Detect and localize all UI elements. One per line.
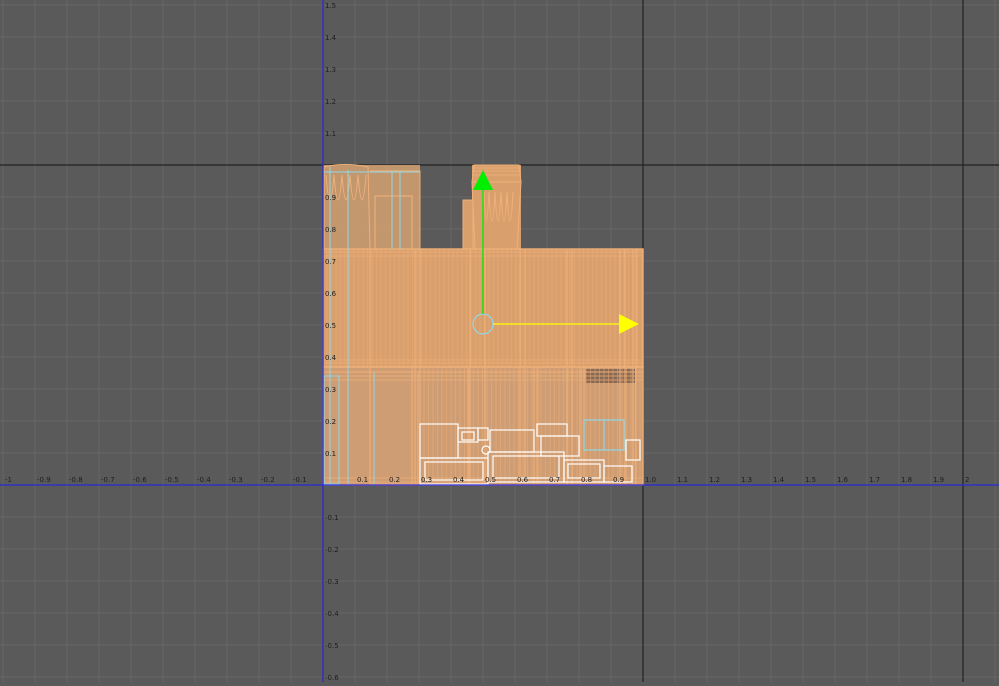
x-axis-label: 0.6: [517, 476, 529, 484]
x-axis-label: -0.3: [229, 476, 243, 484]
y-axis-label: 1.5: [325, 2, 336, 10]
x-axis-label: 0.8: [581, 476, 592, 484]
x-axis-label: -1: [5, 476, 12, 484]
y-axis-label: 0.8: [325, 226, 336, 234]
x-axis-label: 1.4: [773, 476, 785, 484]
mesh-top-left-tower: [323, 165, 420, 249]
y-axis-label: 0.4: [325, 354, 337, 362]
x-axis-label: 0.4: [453, 476, 465, 484]
x-axis-label: 1.5: [805, 476, 816, 484]
y-axis-label: 0.5: [325, 322, 336, 330]
y-axis-label: -0.3: [325, 578, 339, 586]
viewport-canvas[interactable]: -1 -0.9 -0.8 -0.7 -0.6 -0.5 -0.4 -0.3 -0.2 -0.1 0.…: [0, 0, 999, 682]
x-axis-label: 0.3: [421, 476, 432, 484]
x-axis-label: 1.7: [869, 476, 880, 484]
x-axis-label: -0.4: [197, 476, 211, 484]
x-axis-label: 0.7: [549, 476, 560, 484]
x-axis-label: 1.9: [933, 476, 944, 484]
x-axis-label: 1.8: [901, 476, 912, 484]
y-axis-label: 1.4: [325, 34, 337, 42]
y-axis-label: -0.6: [325, 674, 339, 682]
x-axis-label: 1.2: [709, 476, 720, 484]
y-axis-label: 1.1: [325, 130, 336, 138]
y-axis-label: -0.1: [325, 514, 339, 522]
x-axis-label: -0.5: [165, 476, 179, 484]
x-axis-label: 1.0: [645, 476, 656, 484]
y-axis-label: 0.7: [325, 258, 336, 266]
x-axis-label: 2: [965, 476, 969, 484]
x-axis-label: 0.2: [389, 476, 400, 484]
x-axis-label: -0.2: [261, 476, 275, 484]
y-axis-label: 0.9: [325, 194, 336, 202]
y-axis-label: -0.5: [325, 642, 339, 650]
x-axis-label: 0.5: [485, 476, 496, 484]
y-axis-label: -0.2: [325, 546, 339, 554]
y-axis-label: 1.3: [325, 66, 336, 74]
x-axis-label: 1.1: [677, 476, 688, 484]
y-axis-label: 0.3: [325, 386, 336, 394]
x-axis-label: 1.6: [837, 476, 849, 484]
x-axis-label: 0.1: [357, 476, 368, 484]
x-axis-label: 1.3: [741, 476, 752, 484]
y-axis-label: 0.1: [325, 450, 336, 458]
x-axis-label: -0.7: [101, 476, 115, 484]
x-axis-label: -0.6: [133, 476, 147, 484]
y-axis-label: 1.2: [325, 98, 336, 106]
x-axis-label: -0.9: [37, 476, 51, 484]
mesh-small-post: [463, 200, 473, 249]
y-axis-label: -0.4: [325, 610, 339, 618]
x-axis-label: -0.8: [69, 476, 83, 484]
x-axis-label: 0.9: [613, 476, 624, 484]
x-axis-label: -0.1: [293, 476, 307, 484]
front-viewport[interactable]: -1 -0.9 -0.8 -0.7 -0.6 -0.5 -0.4 -0.3 -0.2 -0.1 0.…: [0, 0, 999, 682]
y-axis-label: 0.6: [325, 290, 337, 298]
y-axis-label: 0.2: [325, 418, 336, 426]
